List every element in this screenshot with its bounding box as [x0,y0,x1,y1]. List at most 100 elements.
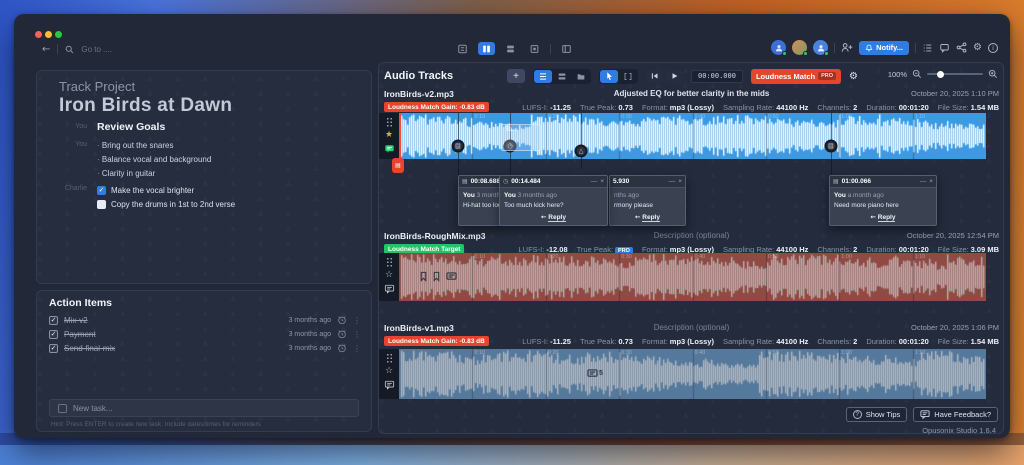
action-item-checkbox[interactable]: ✓ [49,330,58,339]
drag-handle-icon[interactable] [386,353,393,363]
chat-row: Charlie ✓ Make the vocal brighter Copy t… [37,183,371,211]
wallpaper-bottom-band [0,445,1024,465]
layout-columns-button[interactable] [478,42,495,55]
panel-footer: ? Show Tips Have Feedback? [846,407,998,422]
goto-input[interactable] [81,45,151,54]
track-view-list-button[interactable] [534,70,552,83]
comment-marker-icon[interactable]: ▤ [825,140,838,153]
layout-rows-button[interactable] [502,42,519,55]
comment-bubble-icon[interactable] [384,380,395,390]
share-icon[interactable] [956,42,967,53]
reminder-clock-icon[interactable] [337,329,347,339]
notify-button[interactable]: Notify... [859,41,909,55]
comment-bubble-icon[interactable] [384,144,395,154]
track-view-rows-button[interactable] [553,70,571,83]
zoom-controls: 100% [888,69,998,79]
waveform-canvas[interactable] [399,113,986,159]
layout-single-button[interactable] [526,42,543,55]
waveform-canvas[interactable] [399,349,986,399]
skip-back-button[interactable] [646,70,663,83]
waveform-comment-icon[interactable]: 5 [587,369,603,378]
stat-label: True Peak: [580,337,616,346]
waveform-track-1[interactable]: 0:100:200:300:400:501:001:10 ▤ ◷ △ ▤ To.… [399,113,986,159]
waveform-comment-icon[interactable] [446,272,457,281]
new-task-checkbox[interactable] [58,404,67,413]
track-header: IronBirds-v2.mp3 Adjusted EQ for better … [384,89,999,100]
back-button[interactable]: ← [42,44,50,55]
waveform-track-2[interactable]: 0:100:200:300:400:501:001:10 [399,253,986,301]
favorite-star-icon[interactable]: ☆ [385,367,393,376]
avatar[interactable] [813,40,828,55]
section-marker-icon[interactable]: △ [575,145,588,158]
playhead[interactable] [399,113,401,159]
kebab-menu-icon[interactable]: ⋮ [353,330,361,339]
stat-label: Duration: [866,103,896,112]
traffic-light-zoom[interactable] [55,31,62,38]
play-button[interactable] [666,70,683,83]
track-stats: LUFS-I:-11.25 True Peak:0.73 Format:mp3 … [522,337,999,346]
reply-button[interactable]: ← Reply [830,213,936,221]
new-task-input[interactable] [73,404,350,413]
track-view-folder-button[interactable] [572,70,590,83]
layout-list-button[interactable] [454,42,471,55]
drag-handle-icon[interactable] [386,117,393,127]
waveform-track-3[interactable]: 0:100:200:300:400:501:001:10 5 [399,349,986,399]
comment-bubble-icon[interactable] [384,284,395,294]
track-description[interactable]: Adjusted EQ for better clarity in the mi… [384,89,999,98]
comments-button[interactable] [939,43,950,53]
goal-checkbox-unchecked[interactable] [97,200,106,209]
action-item-checkbox[interactable]: ✓ [49,316,58,325]
reminder-clock-icon[interactable] [337,315,347,325]
feedback-bubble-icon [920,410,930,419]
kebab-menu-icon[interactable]: ⋮ [353,316,361,325]
avatar[interactable] [792,40,807,55]
favorite-star-icon[interactable]: ★ [385,131,393,140]
action-item-checkbox[interactable]: ✓ [49,344,58,353]
track-settings-gear-icon[interactable]: ⚙ [849,71,858,82]
cursor-tool-button[interactable] [600,70,618,83]
popup-close-button[interactable]: × [678,178,682,185]
playhead-pin-icon[interactable]: ▤ [392,158,404,173]
drag-handle-icon[interactable] [386,257,393,267]
zoom-slider-knob[interactable] [937,71,944,78]
info-icon[interactable]: i [988,43,998,53]
feedback-button[interactable]: Have Feedback? [913,407,998,422]
reply-button[interactable]: ← Reply [610,213,685,221]
settings-gear-icon[interactable]: ⚙ [973,42,982,53]
selection-tool-button[interactable] [619,70,637,83]
popup-close-button[interactable]: × [600,178,604,185]
popup-body: You 3 months a Hi-hat too lou [459,188,501,211]
layout-sidebar-button[interactable] [558,42,575,55]
feedback-label: Have Feedback? [934,410,991,419]
comment-marker-icon[interactable]: ▤ [452,140,465,153]
action-item-time: 3 months ago [289,331,331,338]
popup-minimize-button[interactable]: — [591,178,598,185]
waveform-canvas[interactable] [399,253,986,301]
reminder-clock-icon[interactable] [337,343,347,353]
add-track-button[interactable]: + [507,69,525,83]
bookmark-icon[interactable] [419,271,428,282]
show-tips-button[interactable]: ? Show Tips [846,407,908,422]
goal-bullet: Bring out the snares [97,139,211,153]
zoom-out-icon[interactable] [912,69,922,79]
favorite-star-icon[interactable]: ☆ [385,271,393,280]
track-header: IronBirds-RoughMix.mp3 Description (opti… [384,231,999,242]
track-description[interactable]: Description (optional) [384,323,999,332]
popup-minimize-button[interactable]: — [669,178,676,185]
traffic-light-close[interactable] [35,31,42,38]
pro-badge: PRO [818,72,836,80]
kebab-menu-icon[interactable]: ⋮ [353,344,361,353]
avatar[interactable] [771,40,786,55]
goal-checkbox-checked[interactable]: ✓ [97,186,106,195]
popup-close-button[interactable]: × [929,178,933,185]
layout-switcher [454,42,575,55]
traffic-light-minimize[interactable] [45,31,52,38]
zoom-in-icon[interactable] [988,69,998,79]
activity-log-button[interactable] [922,43,933,53]
loudness-match-button[interactable]: Loudness Match PRO [751,69,841,84]
popup-minimize-button[interactable]: — [920,178,927,185]
bookmark-icon[interactable] [432,271,441,282]
zoom-slider[interactable] [927,73,983,75]
reply-button[interactable]: ← Reply [500,213,607,221]
add-collaborator-button[interactable] [841,42,853,53]
